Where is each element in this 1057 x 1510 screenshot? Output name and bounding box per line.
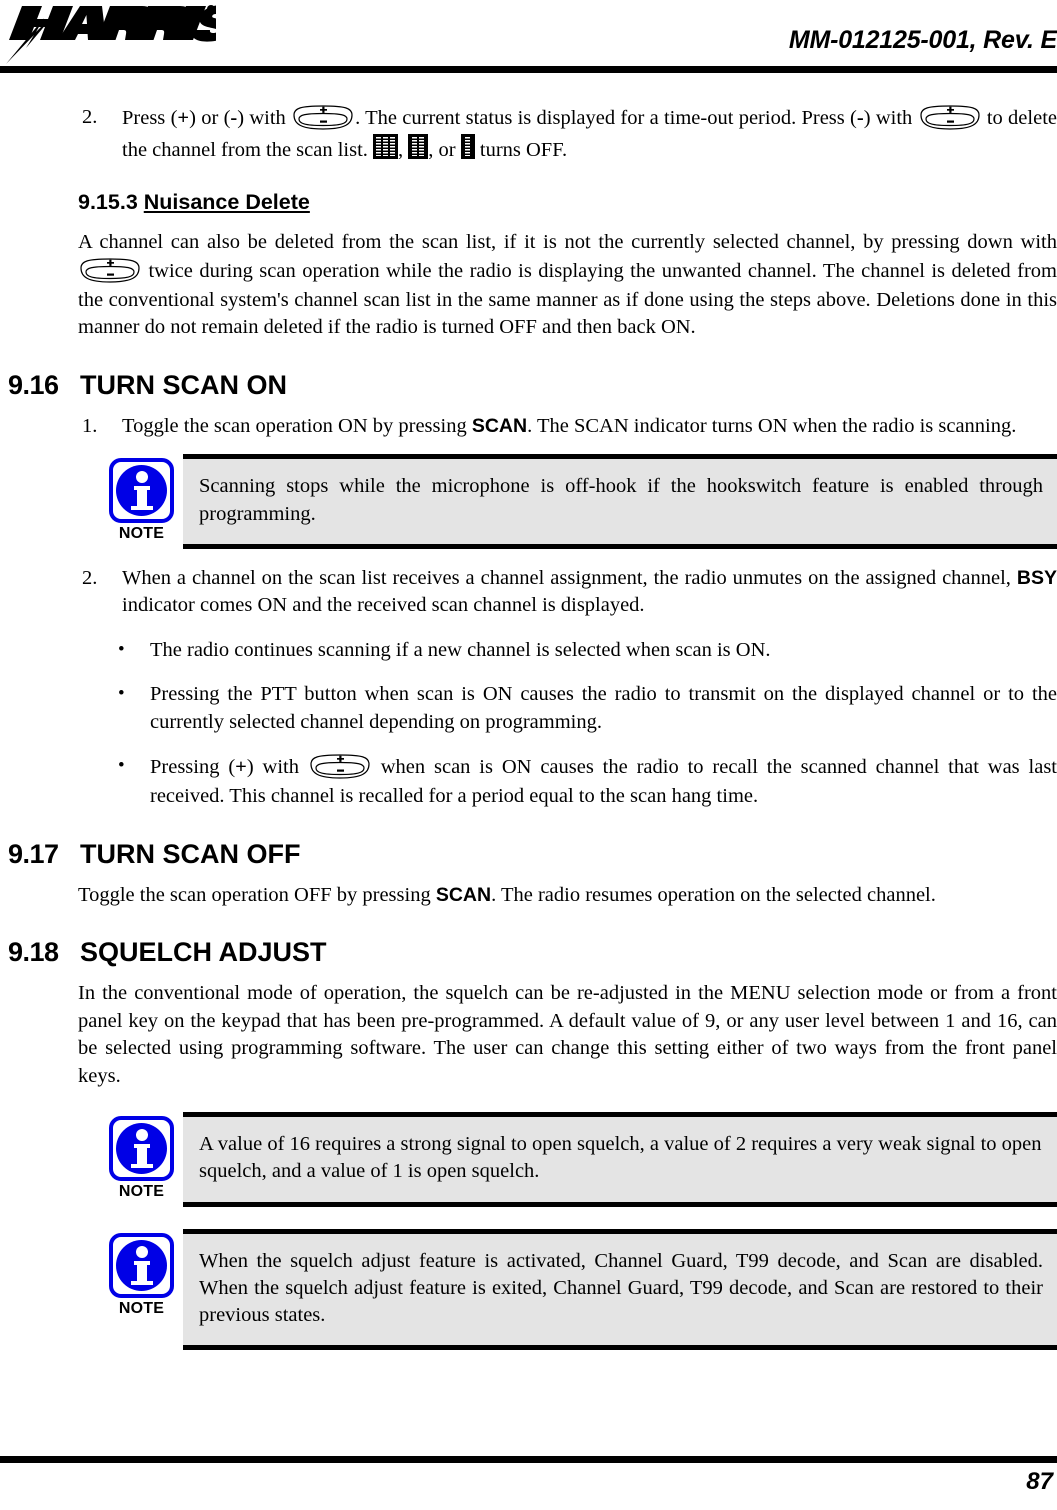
document-page: MM-012125-001, Rev. E 2. Press (+) or (-… [0,0,1057,1510]
step-text: Toggle the scan operation ON by pressing… [122,415,1016,437]
heading-title: Nuisance Delete [143,190,310,215]
step-marker: 2. [82,566,98,589]
bullet-list: • The radio continues scanning if a new … [0,637,1057,811]
info-i-dot [135,471,148,484]
step-text-a: Press ( [122,107,178,129]
signal-3-bars-icon [373,134,399,159]
note-label: NOTE [118,1299,165,1317]
step-sep-1: , [398,139,409,161]
bullet-text: Pressing (+) with when scan is ON causes… [150,753,1057,807]
note-icon-group: NOTE [100,1229,183,1318]
nuisance-para-part2: twice during scan operation while the ra… [78,259,1057,339]
heading-9-18: 9.18 SQUELCH ADJUST [0,937,1057,968]
turn-scan-off-paragraph: Toggle the scan operation OFF by pressin… [0,882,1057,909]
step-marker: 1. [82,414,98,437]
step-text: Press (+) or (-) with . The current stat… [122,104,1057,161]
numbered-step-channel-assignment: 2. When a channel on the scan list recei… [0,565,1057,620]
rocker-switch-icon [291,104,355,134]
step-text-d: . The current status is displayed for a … [355,107,857,129]
note-label: NOTE [118,1183,165,1200]
heading-number: 9.17 [8,838,59,869]
heading-9-17: 9.17 TURN SCAN OFF [0,839,1057,870]
nuisance-delete-paragraph: A channel can also be deleted from the s… [0,229,1057,341]
step-text-a: Toggle the scan operation ON by pressing [122,414,472,437]
step-text: When a channel on the scan list receives… [122,567,1057,616]
rocker-switch-icon-3 [78,257,142,287]
step-text-b: . The SCAN indicator turns ON when the r… [527,414,1017,437]
note-body: When the squelch adjust feature is activ… [183,1228,1057,1351]
page-header: MM-012125-001, Rev. E [0,0,1057,78]
scan-button-label: SCAN [435,883,492,906]
heading-9-15-3: 9.15.3 Nuisance Delete [0,190,1057,215]
heading-number: 9.15.3 [78,190,144,215]
info-i-serif-bottom [130,506,153,511]
info-i-dot [135,1245,148,1258]
step-text-a: When a channel on the scan list receives… [122,566,1017,589]
page-number: 87 [1026,1468,1053,1495]
bullet-icon: • [118,683,125,705]
step-text-b: ) or ( [189,107,231,129]
note-squelch-adjust: NOTE When the squelch adjust feature is … [0,1228,1057,1351]
scan-button-label: SCAN [471,414,528,437]
plus-symbol: + [177,107,190,129]
note-info-icon [109,1116,174,1181]
step-marker: 2. [82,106,98,128]
bullet-text: The radio continues scanning if a new ch… [150,638,771,661]
numbered-step-toggle-scan-on: 1. Toggle the scan operation ON by press… [0,413,1057,440]
nuisance-para-part1: A channel can also be deleted from the s… [78,231,1057,254]
note-body: A value of 16 requires a strong signal t… [183,1112,1057,1207]
heading-9-16: 9.16 TURN SCAN ON [0,370,1057,401]
footer-divider [0,1456,1057,1463]
bullet-icon: • [118,638,125,660]
info-i-dot [135,1129,148,1141]
list-item: • The radio continues scanning if a new … [0,637,1057,664]
squelch-adjust-paragraph: In the conventional mode of operation, t… [78,982,1057,1087]
bullet-text-a: Pressing ( [150,756,236,779]
signal-1-bar-icon [460,134,475,159]
bullet-text-b: ) with [246,756,308,779]
page-content: 2. Press (+) or (-) with . The current s… [0,104,1057,1351]
bullet-icon: • [118,755,125,777]
bullet-text: Pressing the PTT button when scan is ON … [150,683,1057,733]
list-item-recall: • Pressing (+) with when scan is ON caus… [0,753,1057,810]
step-text-g: turns OFF. [474,139,568,161]
note-body: Scanning stops while the microphone is o… [183,454,1057,549]
note-label: NOTE [118,525,165,543]
header-divider [0,66,1057,73]
page-footer: 87 [0,1430,1057,1510]
para-text-a: Toggle the scan operation OFF by pressin… [78,883,436,906]
step-text-c: ) with [237,107,292,129]
step-text-e: ) with [863,107,918,129]
note-info-icon [109,1232,174,1298]
info-circle [116,1239,167,1291]
note-squelch-values: NOTE A value of 16 requires a strong sig… [0,1112,1057,1207]
para-text-b: . The radio resumes operation on the sel… [491,883,936,906]
note-info-icon [109,458,174,524]
info-circle [116,465,167,517]
list-item: • Pressing the PTT button when scan is O… [0,681,1057,736]
plus-symbol: + [235,756,247,779]
rocker-switch-icon-2 [918,104,982,134]
note-icon-group: NOTE [100,1112,183,1201]
heading-number: 9.18 [8,937,59,968]
heading-number: 9.16 [8,369,59,400]
heading-title: SQUELCH ADJUST [80,937,327,968]
heading-title: TURN SCAN OFF [80,838,301,869]
step-sep-2: , or [428,139,461,161]
harris-logo [6,2,216,64]
note-icon-group: NOTE [100,454,183,543]
signal-2-bars-icon [408,134,429,159]
heading-title: TURN SCAN ON [80,369,287,400]
note-hookswitch: NOTE Scanning stops while the microphone… [0,454,1057,549]
numbered-step-scan-delete: 2. Press (+) or (-) with . The current s… [0,104,1057,164]
document-number: MM-012125-001, Rev. E [788,26,1057,54]
step-text-b: indicator comes ON and the received scan… [122,594,645,617]
info-i-serif-bottom [130,1280,153,1285]
info-circle [116,1123,167,1174]
info-i-serif-bottom [130,1164,153,1168]
bsy-indicator-label: BSY [1016,566,1057,589]
rocker-switch-icon-4 [308,753,372,783]
minus-symbol-2: - [856,107,864,129]
